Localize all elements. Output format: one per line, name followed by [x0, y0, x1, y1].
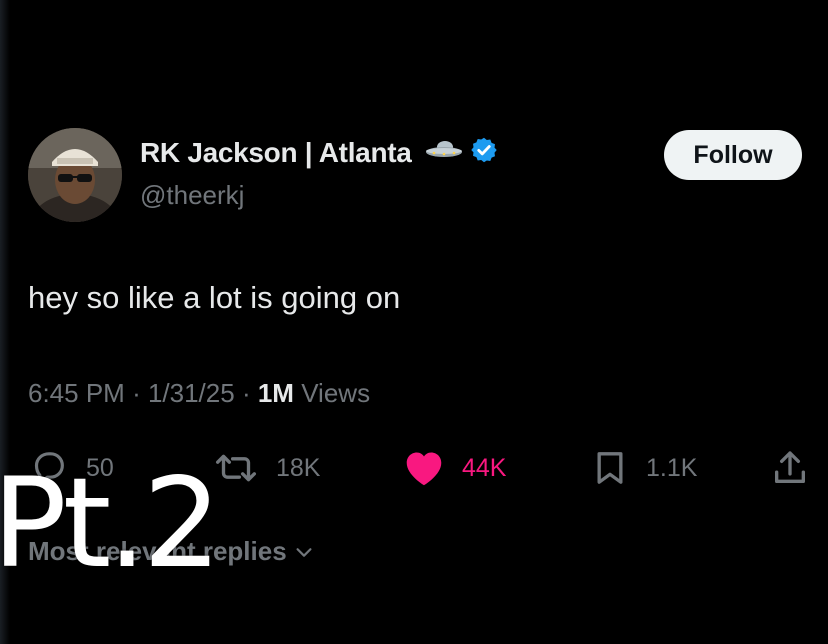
tweet-time[interactable]: 6:45 PM — [28, 378, 125, 408]
views-label: Views — [301, 378, 371, 408]
flying-saucer-icon — [424, 139, 464, 166]
bookmark-count: 1.1K — [646, 453, 698, 482]
like-button[interactable]: 44K — [402, 448, 506, 488]
avatar[interactable] — [28, 128, 122, 222]
retweet-icon — [216, 454, 256, 482]
retweet-count: 18K — [276, 453, 321, 482]
tweet-date[interactable]: 1/31/25 — [148, 378, 235, 408]
avatar-image — [28, 128, 122, 222]
verified-badge-icon — [470, 136, 498, 169]
meta-separator: · — [132, 378, 148, 408]
meta-separator: · — [241, 378, 258, 408]
chevron-down-icon — [296, 547, 312, 557]
like-count: 44K — [462, 453, 507, 482]
author-handle[interactable]: @theerkj — [140, 180, 244, 211]
follow-button[interactable]: Follow — [664, 130, 802, 180]
tweet-text: hey so like a lot is going on — [28, 280, 401, 315]
views-count: 1M — [257, 378, 294, 408]
bookmark-icon — [597, 452, 623, 484]
share-button[interactable] — [770, 448, 810, 488]
tweet-meta: 6:45 PM · 1/31/25 · 1M Views — [28, 378, 370, 409]
author-display-name[interactable]: RK Jackson | Atlanta — [140, 137, 412, 169]
bookmark-button[interactable]: 1.1K — [590, 448, 697, 488]
share-icon — [775, 451, 805, 483]
heart-icon — [406, 452, 442, 486]
author-name-row: RK Jackson | Atlanta — [140, 136, 498, 169]
retweet-button[interactable]: 18K — [212, 448, 320, 488]
part-overlay-caption: Pt.2 — [0, 452, 222, 596]
